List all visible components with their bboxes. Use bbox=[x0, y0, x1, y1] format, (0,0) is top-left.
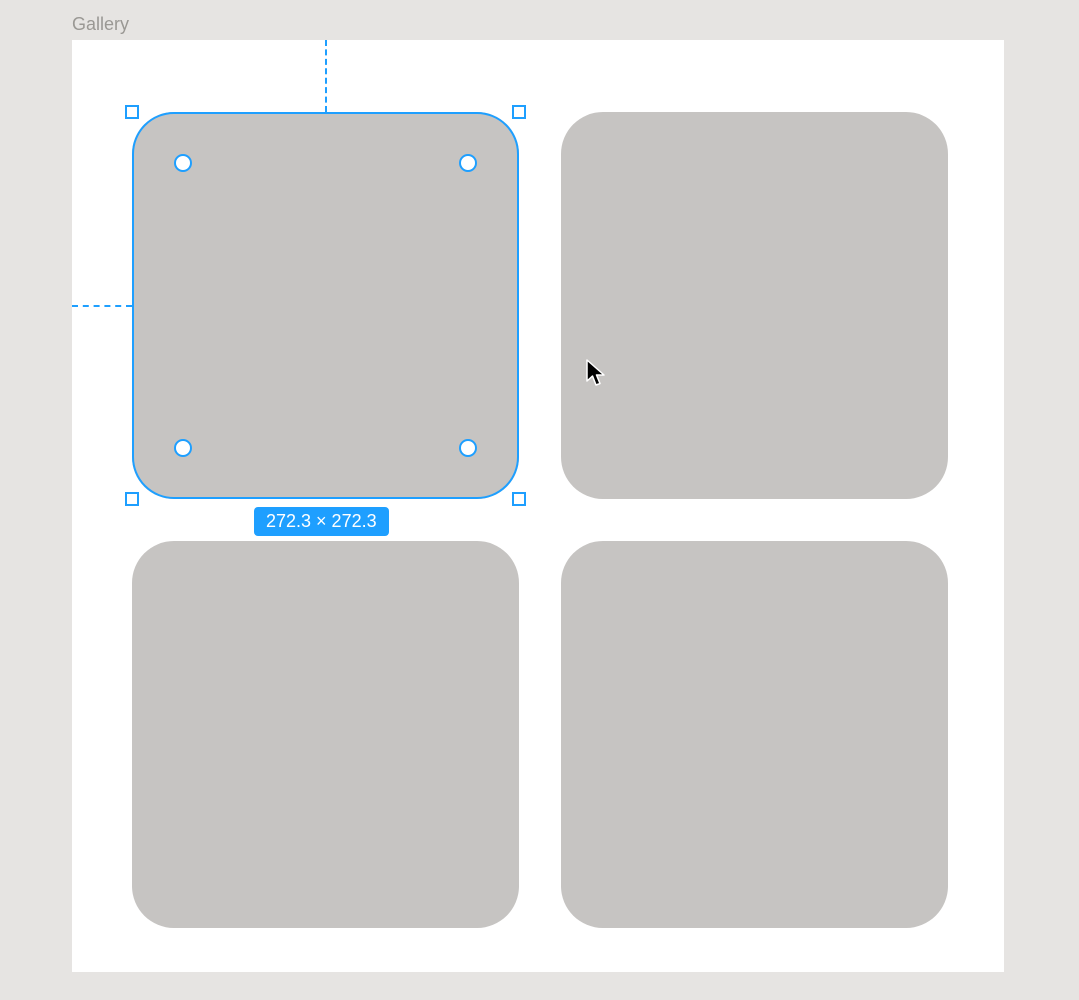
gallery-item-1[interactable] bbox=[132, 112, 519, 499]
frame-label[interactable]: Gallery bbox=[72, 14, 129, 35]
gallery-item-3[interactable] bbox=[132, 541, 519, 928]
alignment-guide-vertical bbox=[325, 40, 327, 112]
gallery-item-2[interactable] bbox=[561, 112, 948, 499]
alignment-guide-horizontal bbox=[72, 305, 132, 307]
selection-size-badge: 272.3 × 272.3 bbox=[254, 507, 389, 536]
gallery-item-4[interactable] bbox=[561, 541, 948, 928]
canvas-frame[interactable] bbox=[72, 40, 1004, 972]
cursor-pointer-icon bbox=[586, 359, 608, 387]
